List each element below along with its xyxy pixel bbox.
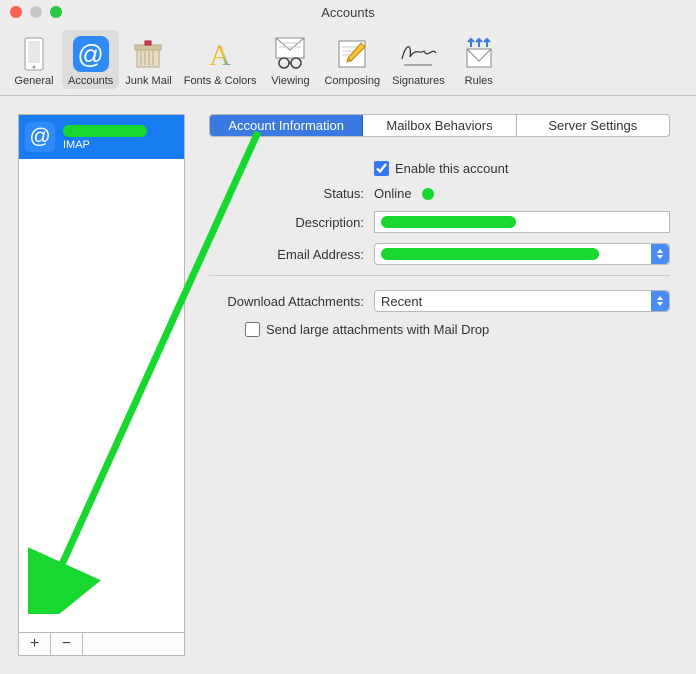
preferences-toolbar: General @ Accounts Junk Mail A Fonts & C… <box>0 24 696 96</box>
download-attachments-popup[interactable]: Recent <box>374 290 670 312</box>
status-value: Online <box>374 186 412 201</box>
toolbar-rules[interactable]: Rules <box>451 30 507 89</box>
composing-icon <box>332 34 372 74</box>
remove-account-button[interactable]: − <box>51 633 83 655</box>
svg-text:A: A <box>209 39 231 71</box>
description-value-redacted <box>381 216 516 228</box>
toolbar-signatures[interactable]: Signatures <box>386 30 451 89</box>
fonts-icon: A <box>200 34 240 74</box>
status-label: Status: <box>209 186 374 201</box>
close-window-button[interactable] <box>10 6 22 18</box>
download-attachments-value: Recent <box>381 294 422 309</box>
rules-icon <box>459 34 499 74</box>
window-title: Accounts <box>0 5 696 20</box>
toolbar-general[interactable]: General <box>6 30 62 89</box>
divider <box>209 275 670 276</box>
tab-mailbox-behaviors[interactable]: Mailbox Behaviors <box>363 115 516 136</box>
toolbar-junk-mail[interactable]: Junk Mail <box>119 30 177 89</box>
chevron-updown-icon <box>651 244 669 264</box>
chevron-updown-icon <box>651 291 669 311</box>
email-address-popup[interactable] <box>374 243 670 265</box>
toolbar-fonts-colors[interactable]: A Fonts & Colors <box>178 30 263 89</box>
account-tabs: Account Information Mailbox Behaviors Se… <box>209 114 670 137</box>
email-value-redacted <box>381 248 599 260</box>
general-icon <box>14 34 54 74</box>
zoom-window-button[interactable] <box>50 6 62 18</box>
enable-account-checkbox[interactable] <box>374 161 389 176</box>
at-sign-icon: @ <box>71 34 111 74</box>
viewing-icon <box>270 34 310 74</box>
signature-icon <box>398 34 438 74</box>
toolbar-viewing[interactable]: Viewing <box>262 30 318 89</box>
account-type: IMAP <box>63 139 147 151</box>
toolbar-accounts[interactable]: @ Accounts <box>62 30 119 89</box>
account-row[interactable]: @ IMAP <box>19 115 184 159</box>
enable-account-label: Enable this account <box>395 161 508 176</box>
status-indicator-icon <box>422 188 434 200</box>
minimize-window-button[interactable] <box>30 6 42 18</box>
trash-icon <box>128 34 168 74</box>
at-sign-icon: @ <box>25 122 55 152</box>
add-account-button[interactable]: + <box>19 633 51 655</box>
tab-account-information[interactable]: Account Information <box>210 115 363 136</box>
tab-server-settings[interactable]: Server Settings <box>517 115 669 136</box>
accounts-list[interactable]: @ IMAP <box>18 114 185 632</box>
download-attachments-label: Download Attachments: <box>209 294 374 309</box>
mail-drop-checkbox[interactable] <box>245 322 260 337</box>
description-label: Description: <box>209 215 374 230</box>
account-name-redacted <box>63 125 147 137</box>
toolbar-composing[interactable]: Composing <box>318 30 386 89</box>
email-address-label: Email Address: <box>209 247 374 262</box>
mail-drop-label: Send large attachments with Mail Drop <box>266 322 489 337</box>
description-field[interactable] <box>374 211 670 233</box>
